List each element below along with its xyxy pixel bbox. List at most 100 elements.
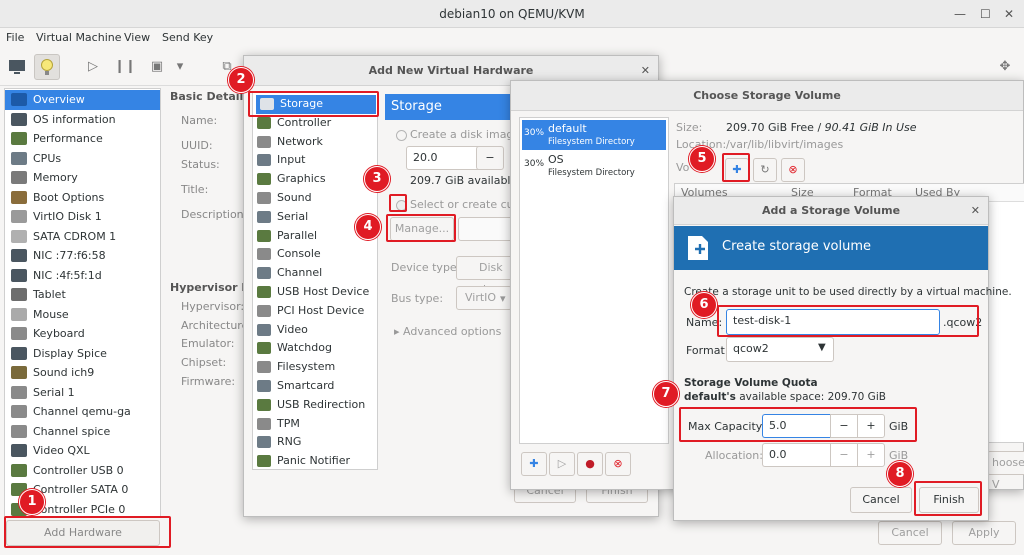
add-volume-description: Create a storage unit to be used directl…	[684, 286, 1012, 298]
hw-type-serial[interactable]: Serial	[253, 208, 308, 227]
hw-type-parallel[interactable]: Parallel	[253, 227, 317, 246]
choose-volume-title: Choose Storage Volume	[511, 81, 1023, 111]
fullscreen-icon[interactable]: ✥	[992, 54, 1018, 80]
sidebar-item-label: SATA CDROM 1	[33, 229, 117, 243]
hw-type-label: Smartcard	[277, 379, 335, 392]
play-icon[interactable]: ▷	[80, 54, 106, 80]
sidebar-item-sata-cdrom-1[interactable]: SATA CDROM 1	[5, 227, 160, 247]
hw-type-sound[interactable]: Sound	[253, 189, 312, 208]
sidebar-item-os-information[interactable]: OS information	[5, 110, 160, 130]
choose-volume-button[interactable]: hoose V	[987, 451, 1024, 491]
sidebar-item-controller-usb-0[interactable]: Controller USB 0	[5, 461, 160, 481]
sidebar-item-memory[interactable]: Memory	[5, 168, 160, 188]
pool-item-os[interactable]: 30% OS Filesystem Directory	[522, 151, 666, 181]
sidebar-item-mouse[interactable]: Mouse	[5, 305, 160, 325]
highlight-select-radio	[389, 194, 407, 212]
allocation-minus-button[interactable]: −	[830, 443, 858, 467]
menu-view[interactable]: View	[124, 31, 150, 44]
menu-send-key[interactable]: Send Key	[162, 31, 213, 44]
menu-file[interactable]: File	[6, 31, 24, 44]
hw-type-input[interactable]: Input	[253, 151, 305, 170]
sidebar-item-display-spice[interactable]: Display Spice	[5, 344, 160, 364]
hardware-icon	[257, 323, 271, 336]
sidebar-item-performance[interactable]: Performance	[5, 129, 160, 149]
add-volume-cancel-button[interactable]: Cancel	[850, 487, 912, 513]
sidebar-item-channel-qemu-ga[interactable]: Channel qemu-ga	[5, 402, 160, 422]
highlight-name	[717, 305, 979, 337]
bus-type-chevron-icon: ▾	[500, 292, 506, 305]
hw-type-watchdog[interactable]: Watchdog	[253, 339, 332, 358]
description-label: Description:	[181, 208, 248, 221]
sidebar-item-serial-1[interactable]: Serial 1	[5, 383, 160, 403]
refresh-volumes-button[interactable]: ↻	[753, 158, 777, 182]
stop-pool-button[interactable]: ●	[577, 452, 603, 476]
menu-virtual-machine[interactable]: Virtual Machine	[36, 31, 122, 44]
highlight-add-volume	[722, 153, 750, 182]
allocation-plus-button[interactable]: +	[857, 443, 885, 467]
sidebar-item-channel-spice[interactable]: Channel spice	[5, 422, 160, 442]
main-cancel-button[interactable]: Cancel	[878, 521, 942, 545]
shutdown-menu-icon[interactable]: ▾	[172, 54, 188, 80]
window-title: debian10 on QEMU/KVM	[439, 7, 585, 21]
sidebar-item-virtio-disk-1[interactable]: VirtIO Disk 1	[5, 207, 160, 227]
device-icon	[11, 366, 27, 379]
sidebar-item-keyboard[interactable]: Keyboard	[5, 324, 160, 344]
custom-path-input[interactable]	[458, 217, 518, 241]
disk-size-minus-button[interactable]: −	[476, 146, 504, 170]
advanced-options-label[interactable]: Advanced options	[403, 325, 501, 338]
sidebar-item-overview[interactable]: Overview	[5, 90, 160, 110]
start-pool-button[interactable]: ▷	[549, 452, 575, 476]
title-label: Title:	[181, 183, 209, 196]
sidebar-item-label: Boot Options	[33, 190, 105, 204]
sidebar-item-video-qxl[interactable]: Video QXL	[5, 441, 160, 461]
add-pool-button[interactable]: ✚	[521, 452, 547, 476]
hw-type-smartcard[interactable]: Smartcard	[253, 377, 334, 396]
hardware-icon	[257, 342, 271, 355]
main-apply-button[interactable]: Apply	[952, 521, 1016, 545]
close-icon[interactable]: ✕	[1004, 0, 1014, 28]
pool-list: 30% default Filesystem Directory 30% OS …	[519, 117, 669, 444]
format-chevron-icon[interactable]: ▼	[818, 342, 826, 353]
sidebar-item-nic-4f-5f-1d[interactable]: NIC :4f:5f:1d	[5, 266, 160, 286]
sidebar-item-tablet[interactable]: Tablet	[5, 285, 160, 305]
hw-type-filesystem[interactable]: Filesystem	[253, 358, 335, 377]
hw-type-graphics[interactable]: Graphics	[253, 170, 326, 189]
hardware-icon	[257, 455, 271, 468]
sidebar-item-cpus[interactable]: CPUs	[5, 149, 160, 169]
step-badge-8: 8	[887, 461, 913, 487]
sidebar-item-sound-ich9[interactable]: Sound ich9	[5, 363, 160, 383]
hw-type-network[interactable]: Network	[253, 133, 323, 152]
hw-type-usb-host-device[interactable]: USB Host Device	[253, 283, 369, 302]
advanced-expander-icon[interactable]: ▸	[394, 325, 400, 338]
hw-type-usb-redirection[interactable]: USB Redirection	[253, 396, 365, 415]
maximize-icon[interactable]: ☐	[980, 0, 991, 28]
lightbulb-icon[interactable]	[34, 54, 60, 80]
pool-item-default[interactable]: 30% default Filesystem Directory	[522, 120, 666, 150]
hw-type-tpm[interactable]: TPM	[253, 415, 300, 434]
add-volume-close-icon[interactable]: ✕	[971, 197, 980, 225]
hw-type-label: Filesystem	[277, 360, 336, 374]
sidebar-item-nic-77-f6-58[interactable]: NIC :77:f6:58	[5, 246, 160, 266]
shutdown-icon[interactable]: ▣	[144, 54, 170, 80]
delete-volume-button[interactable]: ⊗	[781, 158, 805, 182]
hw-type-panic-notifier[interactable]: Panic Notifier	[253, 452, 350, 471]
hw-type-rng[interactable]: RNG	[253, 433, 301, 452]
sidebar-item-label: Mouse	[33, 307, 69, 321]
pause-icon[interactable]: ❙❙	[112, 54, 138, 80]
device-type-select[interactable]: Disk de	[456, 256, 516, 296]
sidebar-item-boot-options[interactable]: Boot Options	[5, 188, 160, 208]
sidebar-item-label: OS information	[33, 112, 116, 126]
create-disk-radio[interactable]	[396, 130, 407, 141]
minimize-icon[interactable]: —	[954, 0, 966, 28]
hw-type-video[interactable]: Video	[253, 321, 308, 340]
delete-pool-button[interactable]: ⊗	[605, 452, 631, 476]
size-value: 209.70 GiB Free / 90.41 GiB In Use	[726, 121, 917, 134]
hardware-icon	[257, 192, 271, 204]
hw-type-channel[interactable]: Channel	[253, 264, 322, 283]
console-icon[interactable]	[4, 54, 30, 80]
device-type-label: Device type:	[391, 261, 461, 274]
highlight-manage	[386, 214, 456, 242]
add-volume-banner-text: Create storage volume	[722, 239, 872, 254]
hw-type-console[interactable]: Console	[253, 245, 321, 264]
hw-type-pci-host-device[interactable]: PCI Host Device	[253, 302, 364, 321]
